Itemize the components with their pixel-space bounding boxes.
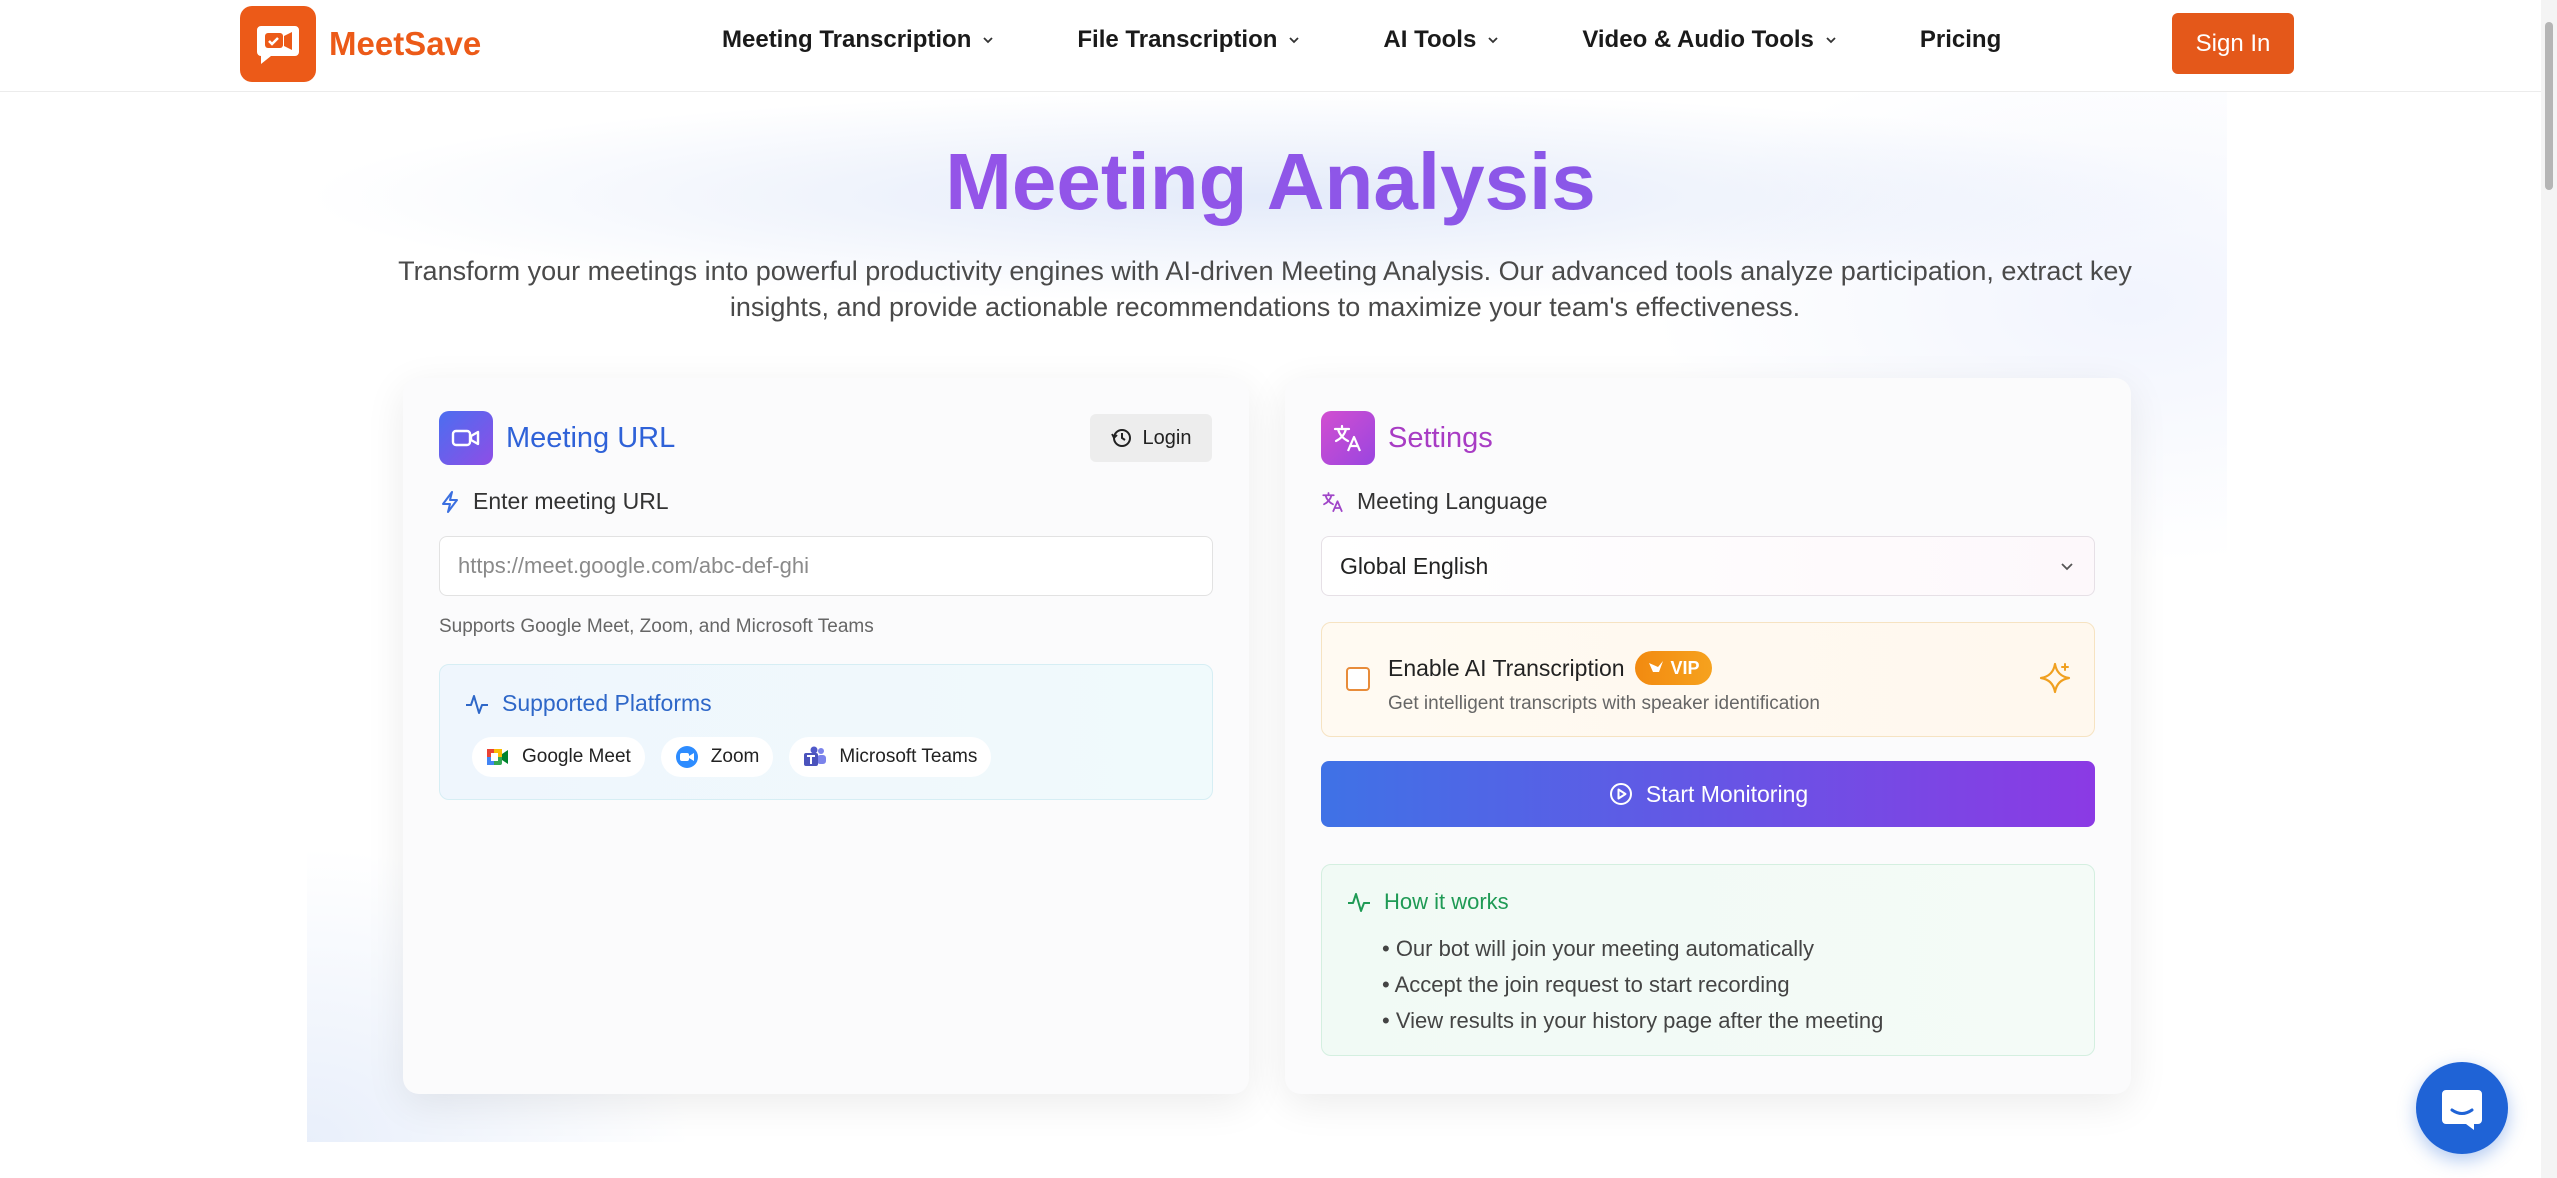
ai-transcription-title: Enable AI Transcription VIP [1388, 651, 1712, 685]
play-circle-icon [1609, 783, 1632, 805]
meeting-url-input[interactable] [439, 536, 1213, 596]
chevron-down-icon [1488, 37, 1498, 44]
chevron-down-icon [1826, 37, 1836, 44]
list-item: • Accept the join request to start recor… [1382, 972, 1790, 997]
platform-chip-google-meet: Google Meet [472, 737, 645, 777]
card-header: Meeting URL [439, 411, 675, 465]
google-meet-icon [486, 745, 510, 769]
platform-name: Google Meet [522, 746, 631, 767]
url-field-label: Enter meeting URL [439, 488, 669, 515]
card-title: Meeting URL [506, 421, 676, 454]
language-field-label: Meeting Language [1321, 488, 1548, 515]
platform-chip-zoom: Zoom [660, 737, 774, 777]
list-item: • Our bot will join your meeting automat… [1382, 936, 1814, 961]
ai-transcription-label: Enable AI Transcription [1388, 654, 1625, 681]
nav-label: AI Tools [1383, 26, 1477, 53]
nav-ai-tools[interactable]: AI Tools [1383, 26, 1500, 54]
start-monitoring-label: Start Monitoring [1645, 780, 1809, 807]
nav-label: Meeting Transcription [722, 26, 972, 53]
meeting-url-card: Meeting URL Login Enter meeting URL Supp… [403, 378, 1249, 1094]
start-monitoring-button[interactable]: Start Monitoring [1321, 761, 2095, 827]
nav-label: Video & Audio Tools [1582, 26, 1814, 53]
vip-badge: VIP [1634, 651, 1712, 685]
translate-icon [1321, 411, 1375, 465]
nav-meeting-transcription[interactable]: Meeting Transcription [722, 26, 995, 54]
top-navbar: MeetSave Meeting Transcription File Tran… [0, 0, 2541, 92]
scrollbar-thumb[interactable] [2545, 22, 2553, 190]
how-it-works-title: How it works [1384, 889, 1509, 914]
activity-icon [1348, 893, 1370, 912]
how-it-works-box: How it works • Our bot will join your me… [1321, 864, 2095, 1056]
platform-name: Microsoft Teams [839, 746, 978, 767]
brand-logo[interactable]: MeetSave [240, 6, 481, 82]
chat-icon [2442, 1090, 2482, 1130]
select-value: Global English [1340, 552, 1489, 579]
platforms-heading: Supported Platforms [464, 690, 712, 717]
chevron-down-icon [983, 37, 994, 44]
chat-support-button[interactable] [2416, 1062, 2508, 1154]
page-scrollbar[interactable] [2541, 0, 2557, 1178]
settings-card: Settings Meeting Language Global English… [1285, 378, 2131, 1094]
chevron-down-icon [2061, 563, 2073, 571]
translate-small-icon [1322, 491, 1343, 512]
list-item: • View results in your history page afte… [1382, 1008, 1884, 1033]
meeting-language-select[interactable]: Global English [1321, 536, 2095, 596]
platform-name: Zoom [710, 746, 760, 767]
microsoft-teams-icon [803, 745, 827, 769]
platform-chips: Google Meet Zoom Microsoft Teams [472, 737, 1007, 777]
meetsave-logo-icon [240, 6, 316, 82]
how-it-works-heading: How it works [1346, 889, 1509, 915]
nav-pricing[interactable]: Pricing [1920, 26, 2001, 54]
platform-chip-microsoft-teams: Microsoft Teams [789, 737, 992, 777]
url-label-text: Enter meeting URL [473, 488, 669, 514]
nav-file-transcription[interactable]: File Transcription [1077, 26, 1301, 54]
login-label: Login [1142, 426, 1192, 449]
card-title: Settings [1388, 421, 1493, 454]
sparkle-icon [2039, 662, 2071, 694]
nav-video-audio-tools[interactable]: Video & Audio Tools [1582, 26, 1838, 54]
main-nav: Meeting Transcription File Transcription… [722, 26, 2083, 54]
page-subtitle: Transform your meetings into powerful pr… [398, 256, 2132, 322]
chevron-down-icon [1289, 37, 1300, 44]
how-it-works-steps: • Our bot will join your meeting automat… [1382, 931, 1883, 1039]
lightning-icon [442, 490, 458, 513]
history-icon [1110, 429, 1131, 447]
login-button[interactable]: Login [1090, 414, 1212, 462]
sign-in-button[interactable]: Sign In [2172, 13, 2294, 74]
ai-transcription-checkbox[interactable] [1346, 667, 1370, 691]
language-label-text: Meeting Language [1357, 488, 1548, 514]
ai-transcription-description: Get intelligent transcripts with speaker… [1388, 693, 1820, 714]
activity-icon [466, 694, 488, 714]
vip-badge-text: VIP [1670, 657, 1700, 678]
url-hint: Supports Google Meet, Zoom, and Microsof… [439, 616, 874, 637]
platforms-title-text: Supported Platforms [502, 690, 712, 716]
crown-icon [1648, 661, 1663, 672]
nav-label: Pricing [1919, 26, 2002, 53]
supported-platforms-box: Supported Platforms Google Meet Zoom Mic… [439, 664, 1213, 800]
zoom-icon [675, 745, 699, 769]
nav-label: File Transcription [1077, 26, 1278, 53]
card-header: Settings [1321, 411, 1493, 465]
brand-name: MeetSave [329, 25, 482, 62]
page-title: Meeting Analysis [0, 136, 2541, 228]
ai-transcription-option: Enable AI Transcription VIP Get intellig… [1321, 622, 2095, 737]
video-camera-icon [439, 411, 493, 465]
